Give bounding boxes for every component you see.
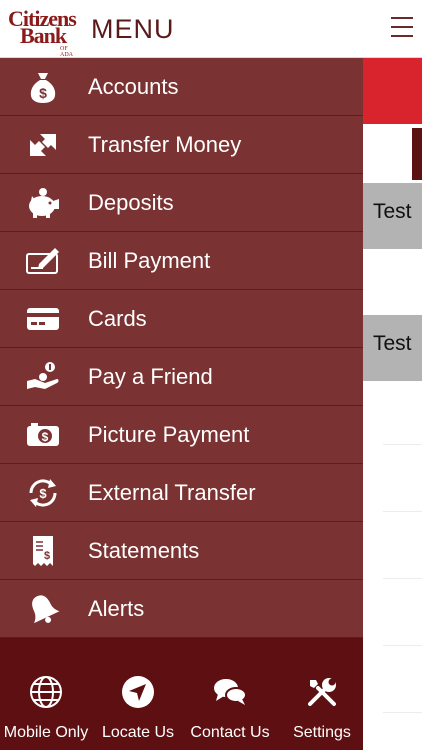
receipt-icon: $ [24,534,62,568]
footer-button-label: Locate Us [101,724,175,741]
menu-item-label: Accounts [88,74,179,99]
transfer-arrows-icon [24,128,62,162]
contact-us-button[interactable]: Contact Us [184,638,276,750]
menu-item-label: Bill Payment [88,248,211,273]
svg-text:$: $ [44,550,50,562]
page-title: MENU [91,14,175,44]
svg-text:$: $ [42,430,49,444]
background-list-item[interactable]: Test [363,315,422,381]
menu-item-label: Alerts [88,596,145,621]
footer-button-label: Settings [293,724,351,741]
camera-dollar-icon: $ [24,418,62,452]
divider [383,645,422,646]
side-menu-drawer: $ Accounts Transfer Money Deposits Bill … [0,58,363,638]
hand-coin-icon [24,360,62,394]
credit-card-icon [24,302,62,336]
background-content: Test Test [363,58,422,750]
menu-item-label: Picture Payment [88,422,250,447]
menu-item-alerts[interactable]: Alerts [0,580,363,638]
divider [383,712,422,713]
background-list-item[interactable]: Test [363,183,422,249]
bell-icon [24,592,62,626]
menu-item-label: External Transfer [88,480,256,505]
tools-icon [304,674,340,710]
menu-item-label: Cards [88,306,147,331]
menu-item-label: Deposits [88,190,174,215]
menu-item-external-transfer[interactable]: $ External Transfer [0,464,363,522]
piggy-bank-icon [24,186,62,220]
menu-item-label: Statements [88,538,200,563]
menu-item-label: Pay a Friend [88,364,213,389]
svg-text:$: $ [39,486,47,501]
drawer-footer: Mobile Only Locate Us Contact Us Setting… [0,638,363,750]
menu-item-transfer-money[interactable]: Transfer Money [0,116,363,174]
logo-text-line3: OF ADA [60,46,73,58]
menu-item-pay-a-friend[interactable]: Pay a Friend [0,348,363,406]
menu-item-picture-payment[interactable]: $ Picture Payment [0,406,363,464]
mobile-only-button[interactable]: Mobile Only [0,638,92,750]
hamburger-icon[interactable] [391,17,413,39]
background-dark-tab [412,128,422,180]
menu-item-bill-payment[interactable]: Bill Payment [0,232,363,290]
citizens-bank-logo[interactable]: Citizens Bank OF ADA [8,8,80,59]
location-arrow-icon [120,674,156,710]
app-header: Citizens Bank OF ADA MENU [0,0,422,58]
divider [383,444,422,445]
menu-item-statements[interactable]: $ Statements [0,522,363,580]
exchange-dollar-icon: $ [24,476,62,510]
logo-text-line2: Bank [20,23,67,48]
money-bag-icon: $ [24,70,62,104]
globe-icon [28,674,64,710]
background-red-banner [363,58,422,124]
menu-item-cards[interactable]: Cards [0,290,363,348]
footer-button-label: Contact Us [190,724,270,741]
menu-item-label: Transfer Money [88,132,242,157]
footer-button-label: Mobile Only [3,724,89,741]
locate-us-button[interactable]: Locate Us [92,638,184,750]
menu-item-accounts[interactable]: $ Accounts [0,58,363,116]
chat-bubbles-icon [212,674,248,710]
divider [383,578,422,579]
settings-button[interactable]: Settings [276,638,368,750]
menu-item-deposits[interactable]: Deposits [0,174,363,232]
svg-text:$: $ [39,85,47,101]
check-pen-icon [24,244,62,278]
divider [383,511,422,512]
